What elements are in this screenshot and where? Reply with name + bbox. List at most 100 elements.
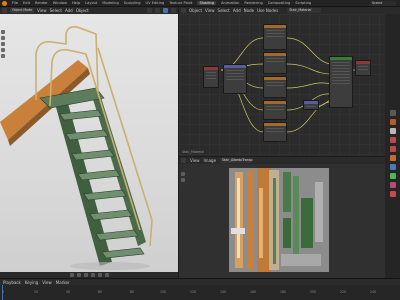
menu-window[interactable]: Window	[53, 1, 67, 5]
editor-type-icon[interactable]	[2, 8, 7, 13]
tab-scripting[interactable]: Scripting	[295, 1, 311, 5]
node-menu-object[interactable]: Object	[189, 8, 202, 13]
node-texture-coordinate[interactable]	[203, 66, 219, 88]
viewport-menu-view[interactable]: View	[37, 8, 47, 13]
stair-model	[0, 26, 153, 270]
node-menu-select[interactable]: Select	[218, 8, 230, 13]
image-editor-header: View Image Stair_AlbedoTransp	[179, 157, 385, 164]
image-menu-image[interactable]: Image	[204, 158, 217, 163]
node-editor-type-icon[interactable]	[181, 8, 186, 13]
overlay-icon[interactable]	[147, 8, 152, 13]
tab-modeling[interactable]: Modeling	[102, 1, 118, 5]
frame-label: 220	[340, 290, 347, 294]
shading-material-icon[interactable]	[163, 8, 168, 13]
render-properties-icon[interactable]	[389, 119, 396, 125]
scene-selector[interactable]: Scene	[370, 1, 396, 6]
timeline-frames[interactable]: 0 20 40 60 80 100 120 140 160 180 200 22…	[0, 285, 400, 300]
tab-layout[interactable]: Layout	[85, 1, 97, 5]
frame-label: 140	[220, 290, 227, 294]
tab-compositing[interactable]: Compositing	[268, 1, 291, 5]
shader-node-editor[interactable]: Stair_Material	[179, 14, 385, 156]
data-properties-icon[interactable]	[389, 173, 396, 179]
blender-logo-icon[interactable]	[2, 0, 7, 6]
scale-tool-icon[interactable]	[1, 54, 5, 58]
tab-shading[interactable]: Shading	[197, 1, 217, 5]
timeline-menu-marker[interactable]: Marker	[56, 280, 70, 285]
move-tool-icon[interactable]	[1, 42, 5, 46]
use-nodes-toggle[interactable]: Use Nodes	[257, 8, 278, 13]
tab-animation[interactable]: Animation	[221, 1, 239, 5]
jump-end-icon[interactable]	[104, 273, 109, 277]
node-image-texture-4[interactable]	[263, 100, 287, 120]
node-material-output[interactable]	[355, 60, 371, 76]
texture-atlas	[229, 168, 329, 272]
image-editor-type-icon[interactable]	[181, 158, 186, 163]
menu-edit[interactable]: Edit	[23, 1, 30, 5]
node-image-texture-5[interactable]	[263, 122, 287, 142]
shading-rendered-icon[interactable]	[171, 8, 176, 13]
mode-selector[interactable]: Object Mode	[10, 8, 35, 13]
frame-label: 240	[370, 290, 377, 294]
rotate-tool-icon[interactable]	[1, 48, 5, 52]
tab-sculpting[interactable]: Sculpting	[124, 1, 141, 5]
node-mapping[interactable]	[223, 64, 247, 94]
select-tool-icon[interactable]	[1, 30, 5, 34]
viewport-menu-object[interactable]: Object	[76, 8, 89, 13]
world-properties-icon[interactable]	[389, 146, 396, 152]
timeline-menu-playback[interactable]: Playback	[3, 280, 21, 285]
viewport-menu-select[interactable]: Select	[50, 8, 62, 13]
node-image-texture-2[interactable]	[263, 52, 287, 74]
node-image-texture-1[interactable]	[263, 24, 287, 50]
scene-properties-icon[interactable]	[389, 137, 396, 143]
material-properties-icon[interactable]	[389, 182, 396, 188]
menu-render[interactable]: Render	[35, 1, 48, 5]
tool-properties-icon[interactable]	[389, 110, 396, 116]
frame-label: 200	[310, 290, 317, 294]
play-icon[interactable]	[90, 273, 95, 277]
node-normal-map[interactable]	[303, 100, 319, 110]
node-menu-add[interactable]: Add	[233, 8, 241, 13]
xray-icon[interactable]	[155, 8, 160, 13]
tab-uv-editing[interactable]: UV Editing	[146, 1, 165, 5]
next-key-icon[interactable]	[97, 273, 102, 277]
viewport-toolbar	[1, 30, 5, 58]
timeline-menu-keying[interactable]: Keying	[25, 280, 38, 285]
modifier-properties-icon[interactable]	[389, 164, 396, 170]
3d-viewport[interactable]	[0, 14, 178, 272]
tab-texture-paint[interactable]: Texture Paint	[169, 1, 192, 5]
menu-help[interactable]: Help	[72, 1, 80, 5]
node-image-texture-3[interactable]	[263, 76, 287, 98]
frame-label: 100	[160, 290, 167, 294]
image-editor-toolbar	[181, 172, 185, 182]
frame-label: 40	[66, 290, 71, 294]
play-reverse-icon[interactable]	[83, 273, 88, 277]
node-editor-header: Object View Select Add Node Use Nodes St…	[179, 7, 400, 14]
frame-label: 120	[190, 290, 197, 294]
frame-label: 180	[280, 290, 287, 294]
texture-properties-icon[interactable]	[389, 191, 396, 197]
viewport-menu-add[interactable]: Add	[65, 8, 73, 13]
node-menu-node[interactable]: Node	[244, 8, 254, 13]
menu-file[interactable]: File	[12, 1, 18, 5]
cursor-tool-icon[interactable]	[1, 36, 5, 40]
timeline-menu-view[interactable]: View	[42, 280, 52, 285]
sample-tool-icon[interactable]	[181, 172, 185, 176]
material-selector[interactable]: Stair_Material	[287, 8, 322, 13]
viewport-header: Object Mode View Select Add Object	[0, 7, 178, 14]
image-menu-view[interactable]: View	[190, 158, 200, 163]
object-properties-icon[interactable]	[389, 155, 396, 161]
frame-label: 80	[130, 290, 135, 294]
texture-image	[229, 168, 329, 272]
frame-label: 20	[34, 290, 39, 294]
node-tree-label: Stair_Material	[182, 150, 204, 154]
node-principled-bsdf[interactable]	[329, 56, 353, 108]
image-editor[interactable]	[179, 164, 385, 278]
image-selector[interactable]: Stair_AlbedoTransp	[220, 158, 253, 163]
node-menu-view[interactable]: View	[205, 8, 215, 13]
jump-start-icon[interactable]	[69, 273, 74, 277]
output-properties-icon[interactable]	[389, 128, 396, 134]
tab-rendering[interactable]: Rendering	[244, 1, 262, 5]
annotate-tool-icon[interactable]	[181, 178, 185, 182]
prev-key-icon[interactable]	[76, 273, 81, 277]
frame-label: 0	[2, 290, 5, 294]
